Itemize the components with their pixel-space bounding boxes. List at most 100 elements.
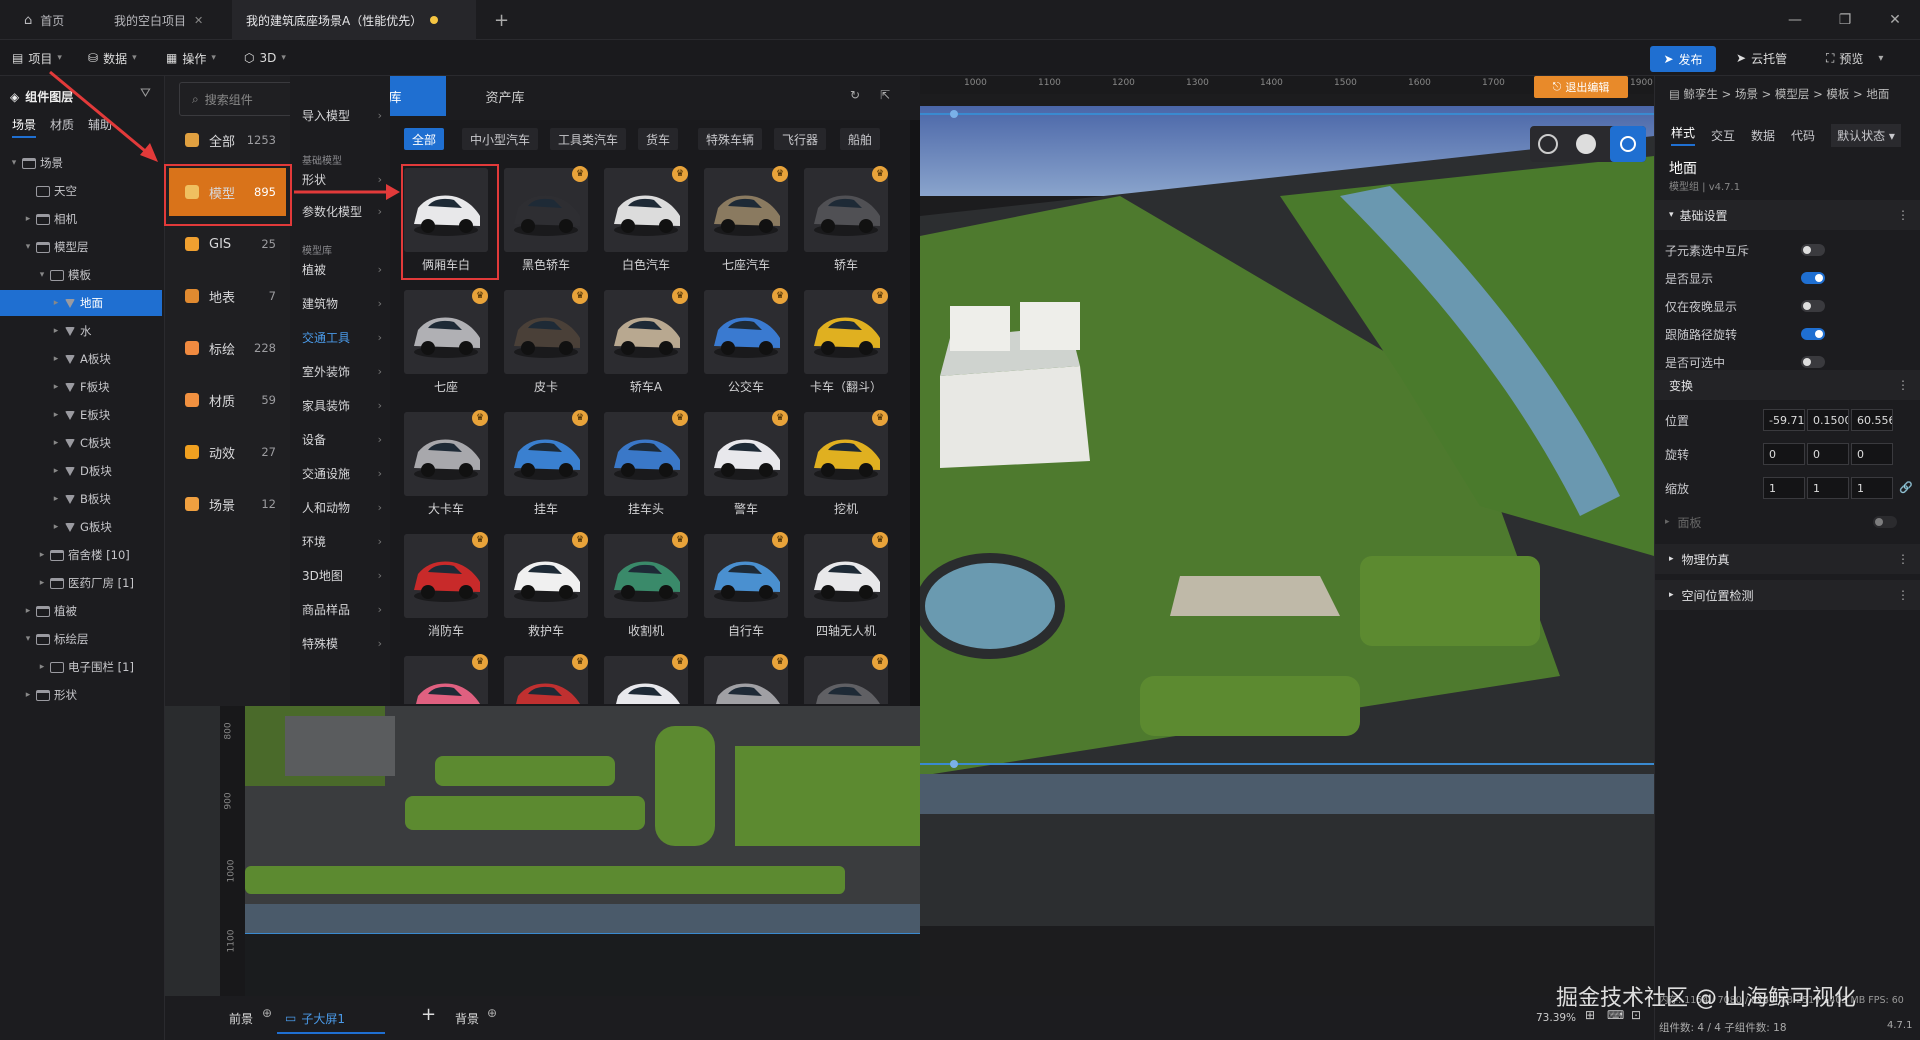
tree-node[interactable]: ▾ 场景 (0, 150, 162, 176)
model-card[interactable]: ♛ 卡车（翻斗） (800, 286, 892, 398)
add-circle-icon[interactable]: ⊕ (262, 1006, 272, 1020)
tab-project-2[interactable]: 我的建筑底座场景A（性能优先） (232, 0, 476, 40)
expand-arrow-icon[interactable]: ▸ (50, 354, 62, 364)
subcategory-item[interactable]: 形状 › (302, 162, 382, 196)
subcategory-item[interactable]: 家具装饰 › (302, 388, 382, 422)
model-card[interactable]: ♛ 救护车 (500, 530, 592, 642)
setting-toggle[interactable] (1801, 300, 1825, 312)
popout-icon[interactable]: ⇱ (880, 88, 890, 102)
model-card[interactable]: ♛ 黑色轿车 (500, 164, 592, 276)
menu-3d[interactable]: ⬡ 3D ▾ (244, 40, 286, 76)
more-icon[interactable]: ⋮ (1897, 378, 1909, 392)
exit-edit-button[interactable]: ⎋ 退出编辑 (1534, 76, 1628, 98)
expand-arrow-icon[interactable]: ▾ (36, 270, 48, 280)
panel-toggle[interactable] (1873, 516, 1897, 528)
subcategory-item[interactable]: 特殊模 › (302, 626, 382, 660)
category-item[interactable]: 模型 895 (169, 168, 286, 216)
tab-asset-library[interactable]: 资产库 (450, 76, 560, 116)
foreground-label[interactable]: 前景 (229, 1010, 253, 1027)
model-card[interactable]: ♛ (700, 652, 792, 704)
expand-arrow-icon[interactable]: ▸ (36, 662, 48, 672)
tab-scene[interactable]: 场景 (12, 116, 37, 138)
tree-node[interactable]: ▾ 模型层 (0, 234, 162, 260)
category-item[interactable]: GIS 25 (169, 220, 286, 268)
more-icon[interactable]: ⋮ (1897, 588, 1909, 602)
tab-home[interactable]: ⌂ 首页 (10, 0, 82, 40)
category-item[interactable]: 场景 12 (169, 480, 286, 528)
model-card[interactable]: ♛ 七座汽车 (700, 164, 792, 276)
more-icon[interactable]: ⋮ (1897, 552, 1909, 566)
globe-icon[interactable] (1538, 134, 1558, 154)
tab-style[interactable]: 样式 (1671, 124, 1696, 146)
model-card[interactable]: ♛ 四轴无人机 (800, 530, 892, 642)
filter-chip[interactable]: 全部 (404, 128, 445, 150)
background-label[interactable]: 背景 (455, 1010, 479, 1027)
state-select[interactable]: 默认状态 ▾ (1831, 123, 1901, 147)
model-card[interactable]: ♛ 皮卡 (500, 286, 592, 398)
close-window-icon[interactable]: ✕ (1872, 0, 1918, 40)
category-item[interactable]: 动效 27 (169, 428, 286, 476)
tree-node[interactable]: ▸ 宿舍楼 [10] (0, 542, 162, 568)
expand-arrow-icon[interactable]: ▸ (50, 382, 62, 392)
tab-interaction[interactable]: 交互 (1711, 127, 1735, 144)
subcategory-item[interactable]: 人和动物 › (302, 490, 382, 524)
section-physics[interactable]: ▸ 物理仿真 ⋮ (1655, 544, 1920, 574)
menu-data[interactable]: ⛁ 数据 ▾ (88, 40, 137, 76)
tree-node[interactable]: ▾ 标绘层 (0, 626, 162, 652)
section-spatial[interactable]: ▸ 空间位置检测 ⋮ (1655, 580, 1920, 610)
refresh-icon[interactable]: ↻ (850, 88, 860, 102)
rot-x-input[interactable]: 0 (1763, 443, 1805, 465)
subcategory-item[interactable]: 环境 › (302, 524, 382, 558)
minimize-icon[interactable]: — (1772, 0, 1818, 40)
publish-button[interactable]: ➤ 发布 (1650, 46, 1716, 72)
expand-arrow-icon[interactable]: ▾ (8, 158, 20, 168)
setting-toggle[interactable] (1801, 356, 1825, 368)
expand-arrow-icon[interactable]: ▸ (50, 522, 62, 532)
model-card[interactable]: ♛ 挂车头 (600, 408, 692, 520)
model-card[interactable]: ♛ 警车 (700, 408, 792, 520)
model-card[interactable]: ♛ 白色汽车 (600, 164, 692, 276)
setting-toggle[interactable] (1801, 328, 1825, 340)
model-card[interactable]: 俩厢车白 (400, 164, 492, 276)
subcategory-item[interactable]: 导入模型 › (302, 98, 382, 132)
tree-node[interactable]: ▸ 医药厂房 [1] (0, 570, 162, 596)
filter-chip[interactable]: 货车 (638, 128, 679, 150)
sphere-icon[interactable] (1576, 134, 1596, 154)
scale-z-input[interactable]: 1 (1851, 477, 1893, 499)
expand-arrow-icon[interactable]: ▸ (50, 466, 62, 476)
expand-arrow-icon[interactable]: ▸ (50, 410, 62, 420)
panel-row[interactable]: ▸ 面板 (1665, 508, 1911, 536)
menu-project[interactable]: ▤ 项目 ▾ (12, 40, 62, 76)
search-input[interactable]: ⌕ 搜索组件 (179, 82, 293, 116)
pos-z-input[interactable]: 60.556 (1851, 409, 1893, 431)
tab-helper[interactable]: 辅助 (88, 116, 112, 138)
model-card[interactable]: ♛ 公交车 (700, 286, 792, 398)
model-card[interactable]: ♛ 挖机 (800, 408, 892, 520)
model-card[interactable]: ♛ 挂车 (500, 408, 592, 520)
restore-icon[interactable]: ❐ (1822, 0, 1868, 40)
expand-arrow-icon[interactable]: ▸ (50, 494, 62, 504)
model-card[interactable]: ♛ 自行车 (700, 530, 792, 642)
tree-node[interactable]: ▸ 形状 (0, 682, 162, 708)
tree-node[interactable]: ▸ 相机 (0, 206, 162, 232)
filter-chip[interactable]: 工具类汽车 (550, 128, 627, 150)
subcategory-item[interactable]: 室外装饰 › (302, 354, 382, 388)
scale-y-input[interactable]: 1 (1807, 477, 1849, 499)
filter-chip[interactable]: 船舶 (840, 128, 881, 150)
tree-node[interactable]: ▸ 地面 (0, 290, 162, 316)
model-card[interactable]: ♛ (400, 652, 492, 704)
subcategory-item[interactable]: 植被 › (302, 252, 382, 286)
expand-arrow-icon[interactable]: ▸ (50, 326, 62, 336)
preview-button[interactable]: ⛶ 预览 ▾ (1826, 40, 1883, 76)
tree-node[interactable]: ▸ G板块 (0, 514, 162, 540)
tree-node[interactable]: ▸ 电子围栏 [1] (0, 654, 162, 680)
expand-arrow-icon[interactable]: ▾ (22, 634, 34, 644)
tab-material[interactable]: 材质 (50, 116, 74, 138)
model-card[interactable]: ♛ 轿车A (600, 286, 692, 398)
subcategory-item[interactable]: 设备 › (302, 422, 382, 456)
viewport-lower-left[interactable] (165, 706, 920, 996)
model-card[interactable]: ♛ 大卡车 (400, 408, 492, 520)
filter-chip[interactable]: 特殊车辆 (698, 128, 763, 150)
subcategory-item[interactable]: 参数化模型 › (302, 194, 382, 228)
tree-node[interactable]: ▸ E板块 (0, 402, 162, 428)
